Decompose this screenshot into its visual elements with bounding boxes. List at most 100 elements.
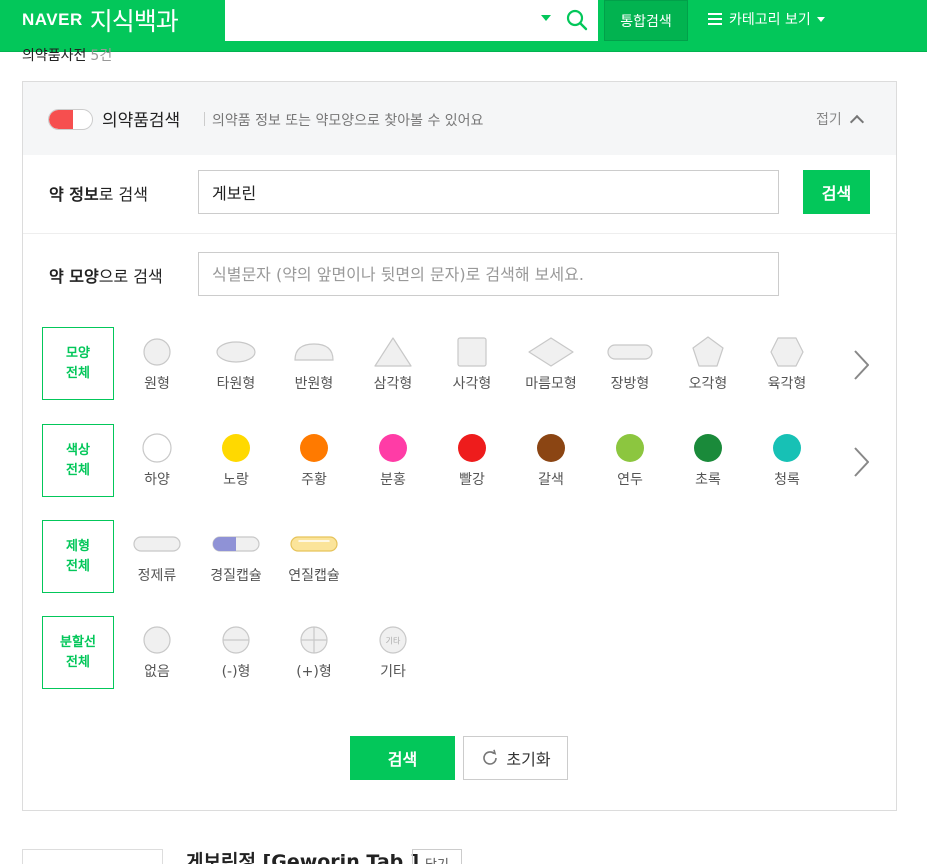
drug-search-toggle[interactable] xyxy=(48,109,93,130)
option-label: 기타 xyxy=(380,664,406,680)
square-shape-icon xyxy=(457,337,487,367)
form-option-hard-capsule[interactable]: 경질캡슐 xyxy=(197,526,275,585)
no-split-icon xyxy=(143,626,171,654)
half-round-shape-icon xyxy=(294,343,334,361)
fold-button[interactable]: 접기 xyxy=(816,109,864,130)
color-option[interactable]: 연두 xyxy=(591,430,669,489)
color-swatch-icon xyxy=(142,433,172,463)
shape-option-diamond[interactable]: 마름모형 xyxy=(512,334,590,393)
filter-label: 전체 xyxy=(66,654,90,670)
crumb-count: 5건 xyxy=(90,48,113,64)
crumb-title: 의약품사전 xyxy=(22,48,87,64)
option-label: (-)형 xyxy=(221,664,251,680)
color-swatch-icon xyxy=(694,434,722,462)
refresh-icon xyxy=(483,749,498,765)
filter-label: 색상 xyxy=(66,442,90,458)
reset-button[interactable]: 초기화 xyxy=(463,736,568,780)
total-search-button[interactable]: 통합검색 xyxy=(604,0,688,41)
naver-logo[interactable]: NAVER 지식백과 xyxy=(22,0,179,40)
form-option-soft-capsule[interactable]: 연질캡슐 xyxy=(275,526,353,585)
rectangle-shape-icon xyxy=(607,344,653,360)
minus-split-icon xyxy=(222,626,250,654)
shape-option-pentagon[interactable]: 오각형 xyxy=(669,334,747,393)
info-label-rest: 로 검색 xyxy=(98,185,148,204)
info-search-button[interactable]: 검색 xyxy=(803,170,870,214)
option-label: 없음 xyxy=(144,664,170,680)
oval-shape-icon xyxy=(216,341,256,363)
option-label: 갈색 xyxy=(538,472,564,488)
color-option[interactable]: 하양 xyxy=(118,430,196,489)
option-label: 경질캡슐 xyxy=(210,568,262,584)
round-shape-icon xyxy=(143,338,171,366)
imprint-search-input[interactable] xyxy=(198,252,779,296)
color-option[interactable]: 초록 xyxy=(669,430,747,489)
split-option-minus[interactable]: (-)형 xyxy=(197,622,275,681)
option-label: 노랑 xyxy=(223,472,249,488)
option-label: 청록 xyxy=(774,472,800,488)
panel-title: 의약품검색 xyxy=(102,111,181,131)
option-label: 원형 xyxy=(144,376,170,392)
logo-brand: NAVER xyxy=(22,10,83,29)
form-all-filter[interactable]: 제형 전체 xyxy=(42,520,114,593)
search-icon[interactable] xyxy=(565,8,589,32)
color-option[interactable]: 갈색 xyxy=(512,430,590,489)
info-label-bold: 약 정보 xyxy=(49,185,99,204)
search-input[interactable] xyxy=(225,0,525,41)
split-option-plus[interactable]: (+)형 xyxy=(275,622,353,681)
option-label: 오각형 xyxy=(688,376,728,392)
shape-all-filter[interactable]: 모양 전체 xyxy=(42,327,114,400)
color-swatch-icon xyxy=(773,434,801,462)
panel-header: 의약품검색 의약품 정보 또는 약모양으로 찾아볼 수 있어요 접기 xyxy=(23,82,896,155)
reset-label: 초기화 xyxy=(506,750,551,769)
shape-option-half-round[interactable]: 반원형 xyxy=(275,334,353,393)
split-option-none[interactable]: 없음 xyxy=(118,622,196,681)
shape-option-round[interactable]: 원형 xyxy=(118,334,196,393)
shape-option-rectangle[interactable]: 장방형 xyxy=(591,334,669,393)
color-option[interactable]: 노랑 xyxy=(197,430,275,489)
result-title[interactable]: 게보린정 [Geworin Tab.] xyxy=(186,847,419,864)
triangle-shape-icon xyxy=(374,337,412,367)
option-label: 빨강 xyxy=(459,472,485,488)
split-line-all-filter[interactable]: 분할선 전체 xyxy=(42,616,114,689)
shape-option-square[interactable]: 사각형 xyxy=(433,334,511,393)
color-swatch-icon xyxy=(300,434,328,462)
option-label: 초록 xyxy=(695,472,721,488)
color-option[interactable]: 빨강 xyxy=(433,430,511,489)
search-box xyxy=(225,0,598,41)
caret-down-icon xyxy=(816,16,825,22)
shape-search-button[interactable]: 검색 xyxy=(350,736,455,780)
color-swatch-icon xyxy=(379,434,407,462)
panel-description: 의약품 정보 또는 약모양으로 찾아볼 수 있어요 xyxy=(212,113,484,129)
shape-option-oval[interactable]: 타원형 xyxy=(197,334,275,393)
info-search-label: 약 정보로 검색 xyxy=(49,181,148,205)
option-label: 반원형 xyxy=(294,376,334,392)
chevron-right-icon[interactable] xyxy=(853,447,869,477)
option-label: 정제류 xyxy=(137,568,177,584)
list-icon xyxy=(708,13,722,25)
tablet-icon xyxy=(133,536,181,552)
color-swatch-icon xyxy=(616,434,644,462)
option-label: 하양 xyxy=(144,472,170,488)
chevron-right-icon[interactable] xyxy=(853,350,869,380)
filter-label: 전체 xyxy=(66,558,90,574)
search-dropdown-icon[interactable] xyxy=(541,15,551,21)
option-label: 육각형 xyxy=(767,376,807,392)
info-search-input[interactable] xyxy=(198,170,779,214)
form-option-tablet[interactable]: 정제류 xyxy=(118,526,196,585)
section-divider xyxy=(23,233,896,234)
breadcrumb: 의약품사전 5건 xyxy=(22,45,112,65)
color-swatch-icon xyxy=(458,434,486,462)
color-all-filter[interactable]: 색상 전체 xyxy=(42,424,114,497)
option-label: 타원형 xyxy=(216,376,256,392)
result-close-button[interactable]: 닫기 xyxy=(412,849,462,864)
split-option-etc[interactable]: 기타 기타 xyxy=(354,622,432,681)
shape-option-triangle[interactable]: 삼각형 xyxy=(354,334,432,393)
category-button[interactable]: 카테고리 보기 xyxy=(708,0,825,38)
shape-option-hexagon[interactable]: 육각형 xyxy=(748,334,826,393)
color-option[interactable]: 청록 xyxy=(748,430,826,489)
etc-mark: 기타 xyxy=(386,637,401,646)
fold-label: 접기 xyxy=(816,112,842,128)
color-option[interactable]: 주황 xyxy=(275,430,353,489)
color-option[interactable]: 분홍 xyxy=(354,430,432,489)
result-thumbnail[interactable] xyxy=(22,849,163,864)
